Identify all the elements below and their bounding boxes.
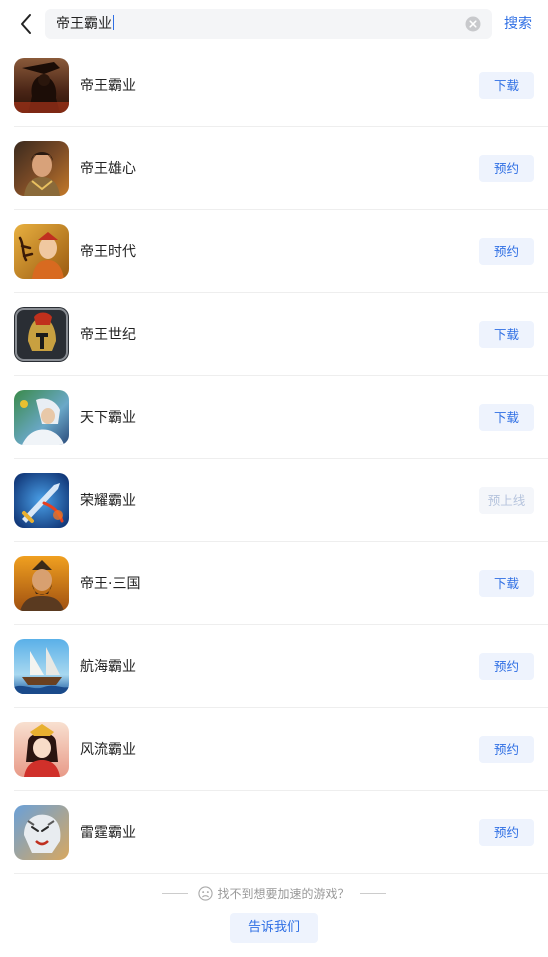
search-query-text: 帝王霸业 bbox=[56, 9, 114, 39]
coming-soon-button: 预上线 bbox=[479, 487, 534, 514]
game-icon-general bbox=[14, 141, 69, 196]
list-item[interactable]: 帝王·三国 下载 bbox=[0, 542, 548, 625]
text-caret bbox=[113, 15, 114, 30]
sad-face-icon bbox=[198, 885, 214, 901]
reserve-button[interactable]: 预约 bbox=[479, 736, 534, 763]
download-button[interactable]: 下载 bbox=[479, 404, 534, 431]
search-input[interactable]: 帝王霸业 bbox=[45, 9, 492, 39]
game-name: 帝王雄心 bbox=[80, 161, 136, 177]
game-name: 帝王世纪 bbox=[80, 327, 136, 343]
download-button[interactable]: 下载 bbox=[479, 321, 534, 348]
search-results-list: 帝王霸业 下载 帝王雄心 预约 帝王时代 预约 帝王世纪 下载 天下霸业 下载 … bbox=[0, 44, 548, 874]
tell-us-button[interactable]: 告诉我们 bbox=[230, 913, 318, 943]
game-icon-white-hair-hero bbox=[14, 390, 69, 445]
list-item[interactable]: 雷霆霸业 预约 bbox=[0, 791, 548, 874]
game-icon-sword bbox=[14, 473, 69, 528]
chevron-left-icon bbox=[21, 14, 31, 34]
clear-circle-icon bbox=[465, 16, 481, 32]
clear-search-button[interactable] bbox=[465, 16, 481, 32]
list-item[interactable]: 帝王霸业 下载 bbox=[0, 44, 548, 127]
reserve-button[interactable]: 预约 bbox=[479, 238, 534, 265]
list-item[interactable]: 航海霸业 预约 bbox=[0, 625, 548, 708]
game-name: 天下霸业 bbox=[80, 410, 136, 426]
list-item[interactable]: 荣耀霸业 预上线 bbox=[0, 459, 548, 542]
download-button[interactable]: 下载 bbox=[479, 72, 534, 99]
divider bbox=[14, 873, 548, 874]
download-button[interactable]: 下载 bbox=[479, 570, 534, 597]
hint-divider-left bbox=[162, 892, 189, 894]
game-name: 帝王霸业 bbox=[80, 78, 136, 94]
list-item[interactable]: 帝王雄心 预约 bbox=[0, 127, 548, 210]
game-icon-white-tiger bbox=[14, 805, 69, 860]
game-icon-helmet bbox=[14, 307, 69, 362]
search-header: 帝王霸业 搜索 bbox=[0, 0, 548, 48]
game-icon-bearded-lord bbox=[14, 556, 69, 611]
hint-text: 找不到想要加速的游戏？ bbox=[217, 886, 350, 901]
game-name: 航海霸业 bbox=[80, 659, 136, 675]
reserve-button[interactable]: 预约 bbox=[479, 819, 534, 846]
search-button[interactable]: 搜索 bbox=[504, 9, 532, 39]
game-icon-warrior bbox=[14, 58, 69, 113]
game-name: 帝王时代 bbox=[80, 244, 136, 260]
game-icon-emperor bbox=[14, 224, 69, 279]
list-item[interactable]: 帝王时代 预约 bbox=[0, 210, 548, 293]
game-name: 雷霆霸业 bbox=[80, 825, 136, 841]
game-name: 帝王·三国 bbox=[80, 576, 141, 592]
hint-divider-right bbox=[359, 892, 386, 894]
game-name: 风流霸业 bbox=[80, 742, 136, 758]
game-name: 荣耀霸业 bbox=[80, 493, 136, 509]
not-found-hint: 找不到想要加速的游戏？ bbox=[0, 884, 548, 902]
list-item[interactable]: 帝王世纪 下载 bbox=[0, 293, 548, 376]
reserve-button[interactable]: 预约 bbox=[479, 155, 534, 182]
game-icon-empress bbox=[14, 722, 69, 777]
game-icon-sailing-ship bbox=[14, 639, 69, 694]
list-item[interactable]: 天下霸业 下载 bbox=[0, 376, 548, 459]
reserve-button[interactable]: 预约 bbox=[479, 653, 534, 680]
back-button[interactable] bbox=[12, 10, 40, 38]
list-item[interactable]: 风流霸业 预约 bbox=[0, 708, 548, 791]
search-query-value: 帝王霸业 bbox=[56, 16, 112, 32]
